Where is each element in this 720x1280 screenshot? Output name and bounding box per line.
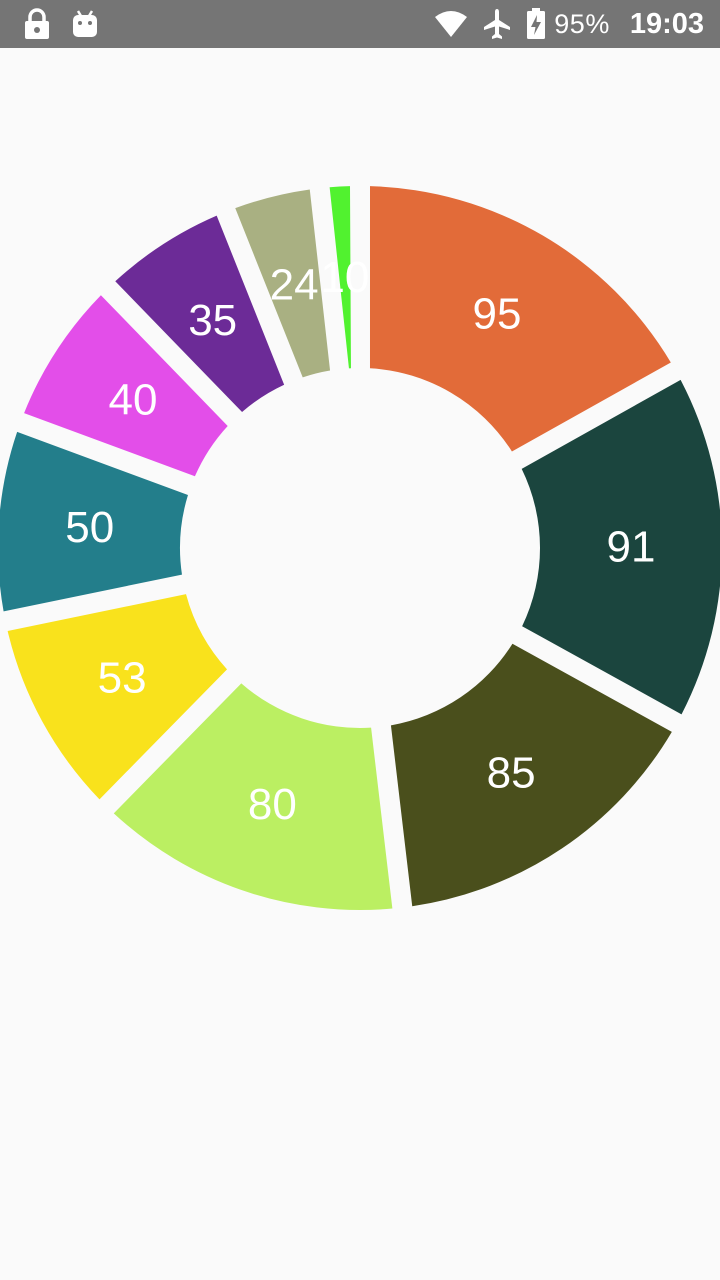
clock: 19:03 [629,7,704,40]
battery-percent: 95% [554,8,610,39]
status-bar-left [22,8,118,40]
status-bar-right: 95% 19:03 [420,0,704,48]
slice-label-10: 10 [320,253,369,302]
status-bar: 95% 19:03 [0,0,720,48]
slice-label-95: 95 [473,290,522,339]
battery-charging-icon [512,8,546,40]
slice-label-40: 40 [108,376,157,425]
donut-chart: 95 91 85 80 53 50 40 35 24 10 [0,186,720,910]
airplane-mode-icon [468,8,512,40]
lock-icon [22,8,70,40]
slice-label-85: 85 [487,748,536,797]
slice-label-24: 24 [270,261,319,310]
slice-label-35: 35 [188,296,237,345]
wifi-icon [420,10,468,38]
slice-label-80: 80 [248,780,297,829]
slice-label-91: 91 [607,523,656,572]
content-area: 95 91 85 80 53 50 40 35 24 10 [0,48,720,1280]
slice-label-50: 50 [65,503,114,552]
android-icon [70,8,118,40]
slice-label-53: 53 [98,653,147,702]
